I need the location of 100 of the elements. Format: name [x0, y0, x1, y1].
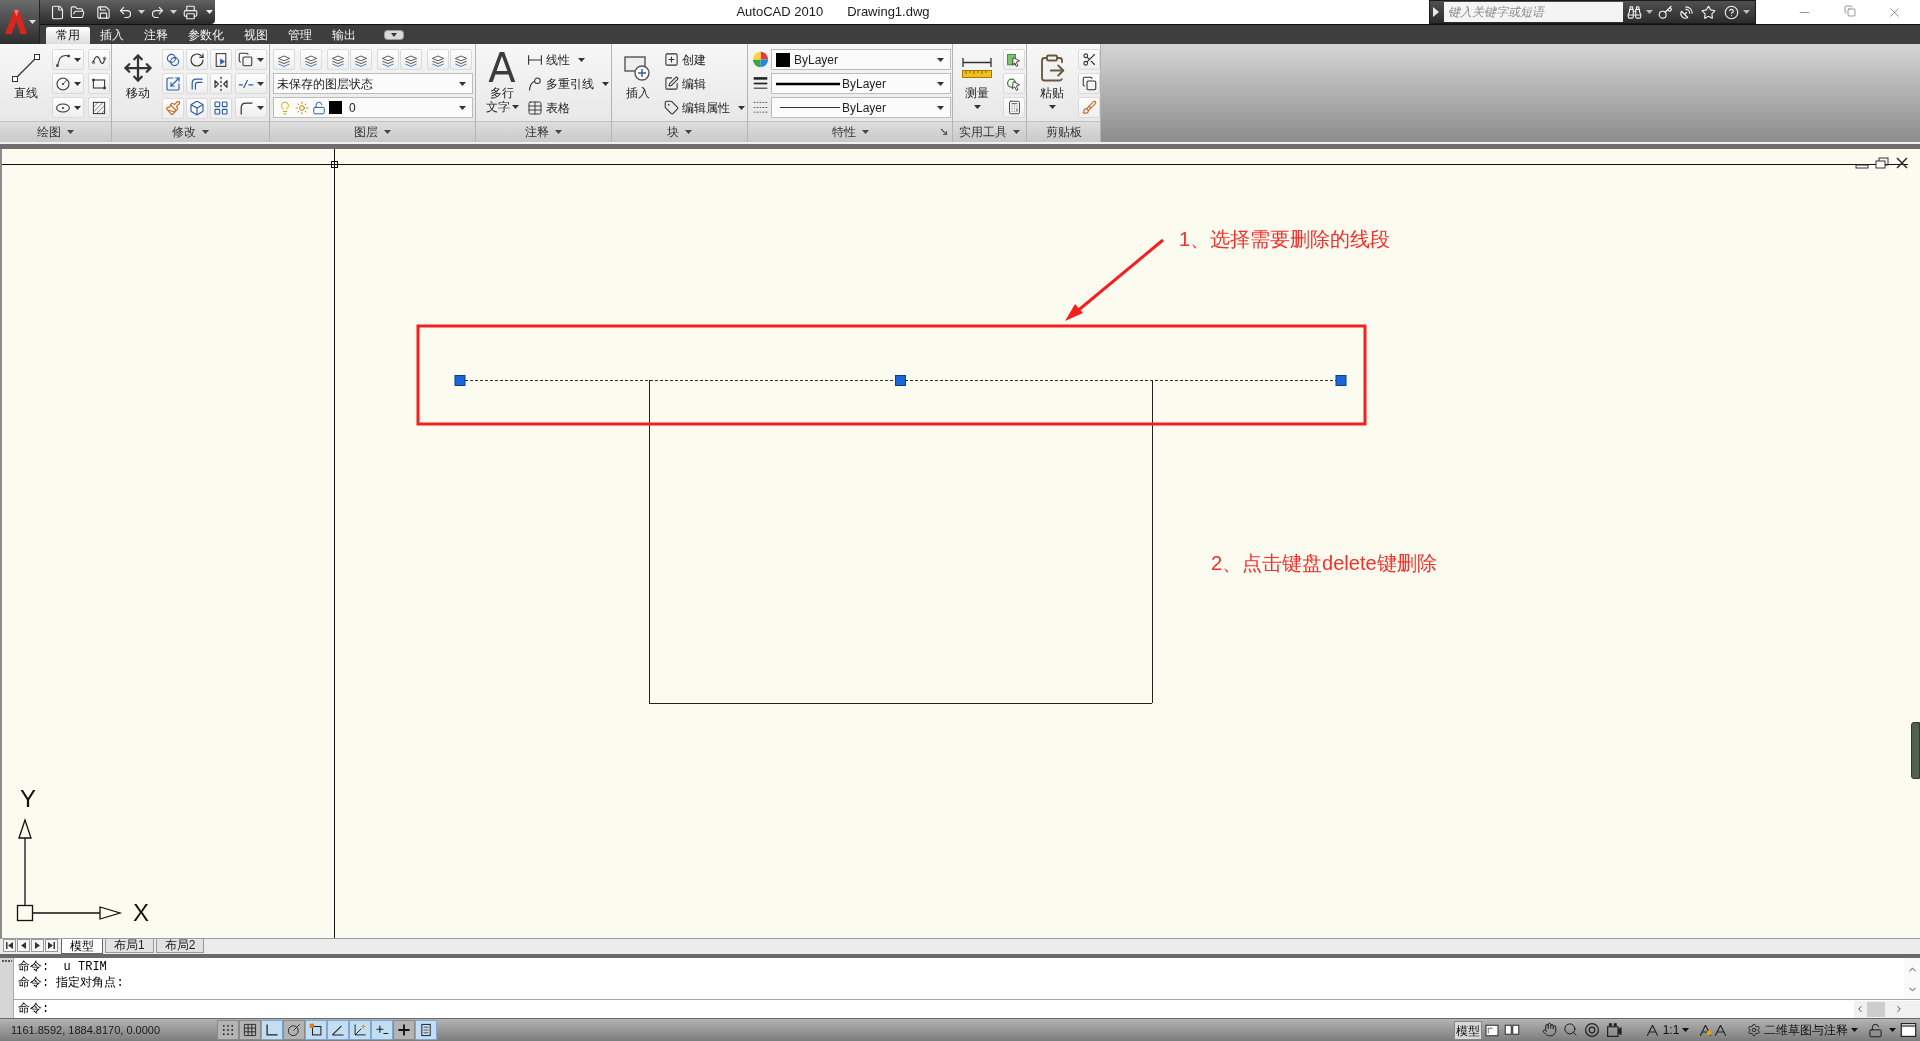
color-dropdown[interactable]: ByLayer [771, 49, 951, 70]
side-panel-handle[interactable] [1911, 722, 1920, 779]
grip-handle[interactable] [454, 375, 466, 386]
redo-icon[interactable] [150, 4, 165, 20]
ellipse-button[interactable] [52, 97, 84, 118]
rotate-button[interactable] [186, 49, 208, 70]
measure-button[interactable]: 测量 [957, 49, 997, 119]
ribbon-tab[interactable]: 插入 [90, 27, 134, 44]
layout-tab[interactable]: 模型 [61, 939, 103, 954]
move-button[interactable]: 移动 [118, 49, 158, 119]
match-properties-button[interactable] [1078, 97, 1100, 118]
ribbon-toggle-icon[interactable] [384, 29, 404, 40]
drawing-area[interactable]: 1、选择需要删除的线段 2、点击键盘delete键删除 Y X [0, 149, 1920, 938]
layer-tool-button[interactable] [327, 49, 349, 70]
a-shape-icon[interactable] [1644, 1022, 1660, 1038]
layout-tab[interactable]: 布局2 [155, 939, 205, 953]
quick-select-button[interactable] [1003, 49, 1025, 70]
printer-icon[interactable] [183, 4, 198, 20]
paste-button[interactable]: 粘贴 [1032, 49, 1072, 119]
ribbon-tab[interactable]: 输出 [322, 27, 366, 44]
hatch-button[interactable] [88, 97, 110, 118]
a-shape-icon[interactable] [1713, 1022, 1728, 1038]
model-space-button[interactable]: 模型 [1454, 1020, 1482, 1040]
break-button[interactable] [235, 73, 267, 94]
mirror-button[interactable] [210, 73, 232, 95]
array-button[interactable] [210, 97, 232, 119]
panel-title[interactable]: 图层 [354, 123, 391, 141]
stack-button[interactable] [235, 49, 267, 70]
window-layout-icon[interactable] [1484, 1022, 1500, 1038]
status-toggle-button[interactable] [349, 1020, 371, 1040]
search-field[interactable]: 键入关键字或短语 [1444, 2, 1623, 22]
copy-button[interactable] [162, 49, 184, 70]
circle-button[interactable] [52, 73, 84, 94]
grip-handle[interactable] [895, 375, 906, 386]
undo-icon[interactable] [118, 4, 133, 20]
layer-tool-button[interactable] [377, 49, 399, 70]
layout-tab[interactable]: 布局1 [105, 939, 154, 953]
annotation-scale-button[interactable]: 1:1 [1641, 1020, 1693, 1040]
panel-title[interactable]: 实用工具 [959, 123, 1020, 141]
panel-title[interactable]: 特性 [831, 123, 869, 141]
block-tool-button[interactable]: 编辑属性 [664, 97, 745, 118]
binoculars-icon[interactable] [1627, 4, 1642, 20]
window-layout-icon[interactable] [1504, 1022, 1520, 1038]
rectangle-button[interactable] [88, 73, 110, 94]
offset-button[interactable] [186, 73, 208, 95]
magnifier-icon[interactable] [1563, 1022, 1578, 1037]
fillet-button[interactable] [235, 97, 267, 118]
status-toggle-button[interactable] [371, 1020, 393, 1040]
layer-tool-button[interactable] [273, 49, 295, 70]
window-frame-icon[interactable] [1900, 1022, 1917, 1038]
cut-button[interactable] [1078, 49, 1100, 70]
vertical-scrollbar[interactable] [1904, 958, 1920, 999]
point-select-button[interactable] [1003, 73, 1025, 94]
status-toggle-button[interactable] [327, 1020, 349, 1040]
layer-tool-button[interactable] [350, 49, 372, 70]
panel-title[interactable]: 块 [667, 123, 692, 141]
expand-arrow-icon[interactable] [1433, 7, 1439, 17]
panel-title[interactable]: 修改 [172, 123, 209, 141]
help-icon[interactable] [1724, 4, 1739, 20]
panel-title[interactable]: 注释 [525, 123, 562, 141]
a-shape-icon[interactable] [1698, 1022, 1713, 1038]
layer-tool-button[interactable] [400, 49, 422, 70]
ribbon-tab[interactable]: 参数化 [178, 27, 234, 44]
copy-button[interactable] [1078, 73, 1100, 94]
scale-button[interactable] [162, 73, 184, 95]
panel-title[interactable]: 剪贴板 [1045, 123, 1082, 141]
status-toggle-button[interactable] [393, 1020, 415, 1040]
multiline-text-button[interactable]: A 多行 文字 [482, 49, 522, 119]
restore-icon[interactable] [1875, 157, 1889, 169]
ribbon-tab[interactable]: 视图 [234, 27, 278, 44]
annotation-tool-button[interactable]: 线性 [527, 49, 609, 70]
block-tool-button[interactable]: 编辑 [664, 73, 745, 94]
new-file-icon[interactable] [50, 4, 65, 20]
status-toggle-button[interactable] [261, 1020, 283, 1040]
lineweight-dropdown[interactable]: ByLayer [771, 73, 951, 94]
array-3d-button[interactable] [186, 97, 208, 119]
scroll-last-icon[interactable] [45, 939, 58, 952]
application-menu-button[interactable] [0, 0, 40, 44]
status-toggle-button[interactable] [415, 1020, 437, 1040]
command-grip-bar[interactable] [0, 958, 14, 1018]
status-toggle-button[interactable] [305, 1020, 327, 1040]
dialog-launcher-icon[interactable] [940, 128, 948, 136]
scrollbar-thumb[interactable] [1867, 1001, 1885, 1017]
annotation-tool-button[interactable]: 表格 [527, 97, 609, 118]
close-icon[interactable] [1895, 157, 1909, 169]
star-icon[interactable] [1701, 4, 1716, 20]
layer-tool-button[interactable] [450, 49, 472, 70]
erase-button[interactable] [162, 97, 184, 119]
polyline-button[interactable] [52, 49, 84, 70]
status-toggle-button[interactable] [239, 1020, 261, 1040]
line-button[interactable]: 直线 [6, 49, 46, 119]
scroll-first-icon[interactable] [3, 939, 16, 952]
scroll-previous-icon[interactable] [17, 939, 30, 952]
key-icon[interactable] [1658, 4, 1673, 20]
panel-title[interactable]: 绘图 [37, 123, 74, 141]
video-camera-icon[interactable] [1606, 1022, 1622, 1038]
save-icon[interactable] [96, 4, 111, 20]
layer-tool-button[interactable] [427, 49, 449, 70]
annotation-tool-button[interactable]: 多重引线 [527, 73, 609, 94]
workspace-button[interactable]: 二维草图与注释 [1747, 1020, 1863, 1040]
